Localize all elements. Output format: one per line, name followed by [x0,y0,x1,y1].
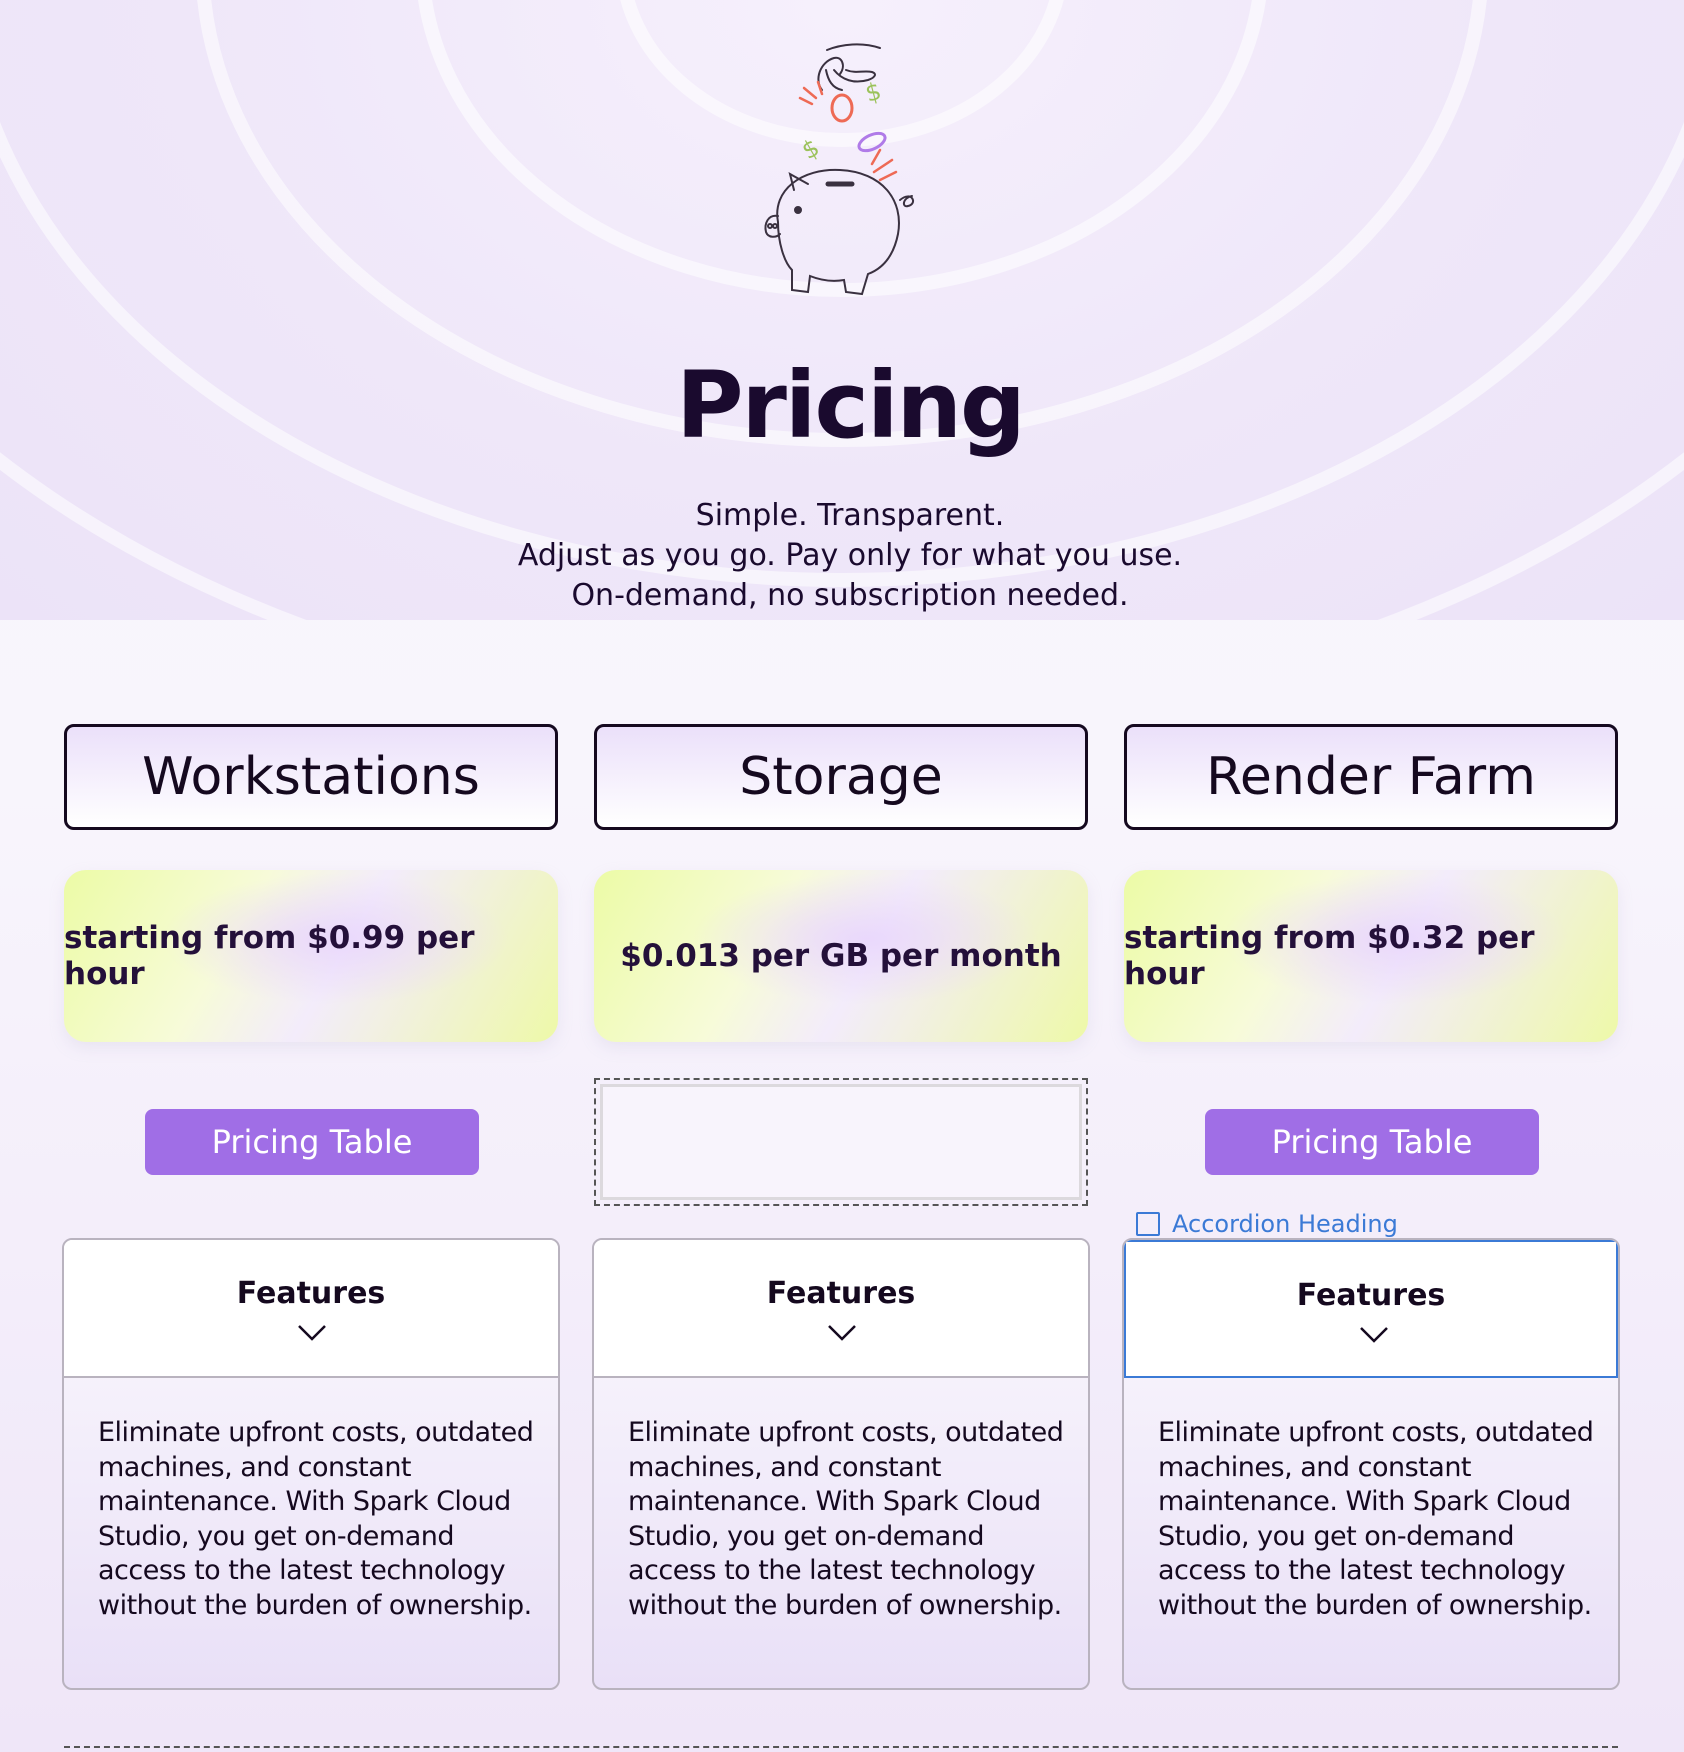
plan-tab-storage[interactable]: Storage [594,724,1088,830]
checkbox-icon [1136,1212,1160,1236]
subtitle-line: Adjust as you go. Pay only for what you … [517,538,1183,573]
accordion-title: Features [1296,1278,1446,1313]
page-title: Pricing [676,352,1026,459]
piggy-bank-with-coins-icon: $ $ [764,43,915,296]
hero-section: $ $ Pricing Simple. Transparent. Adjust … [0,0,1684,620]
price-card: $0.013 per GB per month [594,870,1088,1042]
features-accordion: Features Eliminate upfront costs, outdat… [1122,1238,1620,1690]
placeholder-inner [600,1084,1082,1200]
subtitle-line: Simple. Transparent. [695,498,1005,533]
empty-placeholder-block[interactable] [594,1078,1088,1206]
accordion-heading-label[interactable]: Accordion Heading [1136,1210,1398,1238]
accordion-title: Features [236,1276,386,1311]
features-accordion: Features Eliminate upfront costs, outdat… [592,1238,1090,1690]
accordion-header[interactable]: Features [1124,1240,1618,1378]
svg-text:$: $ [797,133,824,165]
pricing-table-button[interactable]: Pricing Table [1205,1109,1539,1175]
subtitle-line: On-demand, no subscription needed. [571,578,1129,613]
accordion-header[interactable]: Features [64,1240,558,1378]
accordion-body: Eliminate upfront costs, outdated machin… [1158,1417,1594,1621]
chevron-down-icon [298,1325,326,1341]
accordion-body: Eliminate upfront costs, outdated machin… [628,1417,1064,1621]
accordion-heading-text: Accordion Heading [1172,1210,1398,1238]
accordion-body: Eliminate upfront costs, outdated machin… [98,1417,534,1621]
page-subtitle: Simple. Transparent. Adjust as you go. P… [0,496,1684,616]
svg-text:$: $ [862,77,884,108]
chevron-down-icon [828,1325,856,1341]
pricing-table-button[interactable]: Pricing Table [145,1109,479,1175]
plan-tab-workstations[interactable]: Workstations [64,724,558,830]
plan-tab-render-farm[interactable]: Render Farm [1124,724,1618,830]
price-card: starting from $0.32 per hour [1124,870,1618,1042]
accordion-title: Features [766,1276,916,1311]
features-accordion: Features Eliminate upfront costs, outdat… [62,1238,560,1690]
section-divider [64,1746,1618,1748]
price-card: starting from $0.99 per hour [64,870,558,1042]
accordion-header[interactable]: Features [594,1240,1088,1378]
chevron-down-icon [1360,1327,1388,1343]
